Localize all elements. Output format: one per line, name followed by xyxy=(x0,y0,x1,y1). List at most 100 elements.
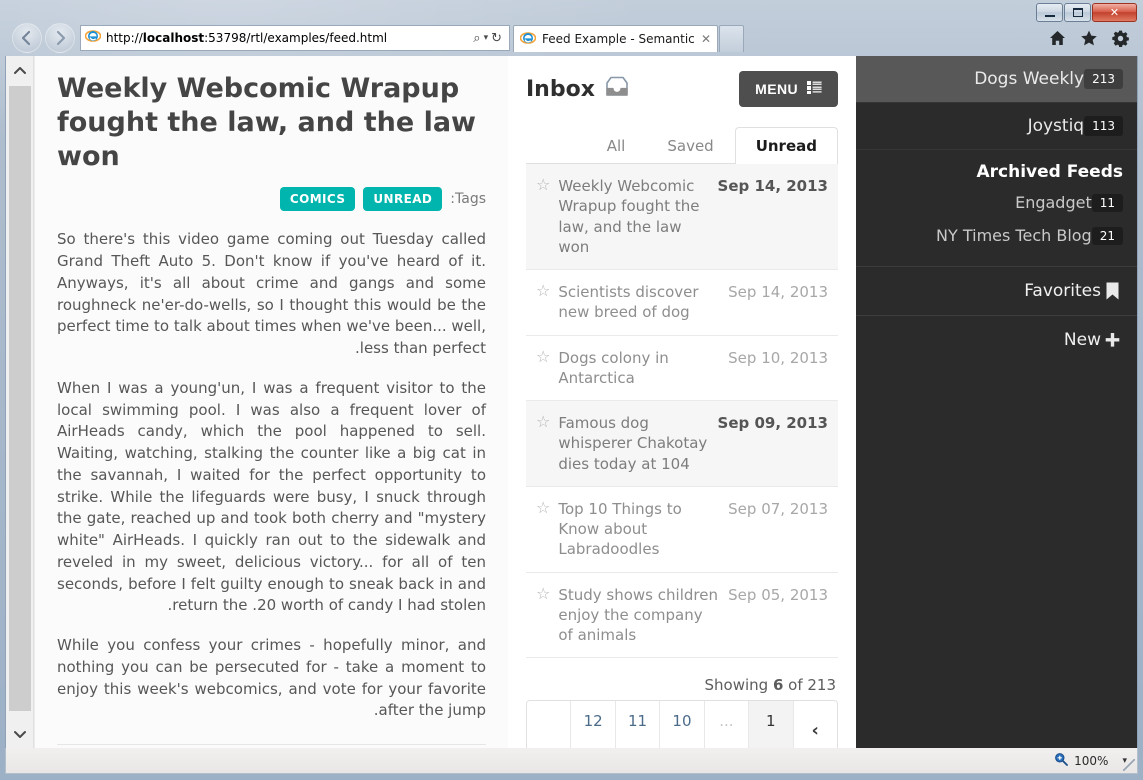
feed-item-date: Sep 10, 2013 xyxy=(728,348,828,367)
feed-item-title: Weekly Webcomic Wrapup fought the law, a… xyxy=(558,177,700,256)
showing-prefix: Showing xyxy=(704,676,773,695)
address-text: http://localhost:53798/rtl/examples/feed… xyxy=(106,31,387,45)
sidebar-item-ny-times-tech-blog[interactable]: 21 NY Times Tech Blog xyxy=(856,219,1137,252)
home-icon[interactable] xyxy=(1049,30,1066,50)
back-button[interactable] xyxy=(12,23,42,53)
scroll-up-button[interactable] xyxy=(6,56,34,84)
list-item[interactable]: Sep 07, 2013 Top 10 Things to Know about… xyxy=(526,487,838,573)
list-item[interactable]: Sep 14, 2013 Scientists discover new bre… xyxy=(526,270,838,336)
prev-page-button[interactable]: ‹ xyxy=(794,712,837,748)
feed-item-title: Dogs colony in Antarctica xyxy=(558,348,669,387)
page-viewport: 213 Dogs Weekly 113 Joystiq Archived Fee… xyxy=(5,56,1138,748)
star-icon[interactable]: ☆ xyxy=(536,499,550,517)
refresh-icon[interactable]: ↻ xyxy=(491,31,502,46)
inbox-title-label: Inbox xyxy=(526,76,595,102)
inbox-title: Inbox xyxy=(526,76,629,103)
page-11[interactable]: 11 xyxy=(615,701,661,748)
feeds-sidebar: 213 Dogs Weekly 113 Joystiq Archived Fee… xyxy=(856,56,1137,748)
window-controls: ✕ xyxy=(1035,3,1137,23)
resize-grip[interactable] xyxy=(1123,759,1135,771)
new-tab-button[interactable] xyxy=(719,25,744,52)
article-paragraph: So there's this video game coming out Tu… xyxy=(57,230,486,357)
archived-feeds-header: Archived Feeds xyxy=(976,162,1123,182)
page-12[interactable]: 12 xyxy=(571,701,616,748)
sidebar-item-label: Dogs Weekly xyxy=(974,69,1085,89)
zoom-level: 100% xyxy=(1074,753,1109,768)
tab-close-icon[interactable]: ✕ xyxy=(695,32,711,46)
star-icon[interactable]: ☆ xyxy=(536,347,550,366)
sidebar-item-dogs-weekly[interactable]: 213 Dogs Weekly xyxy=(856,56,1137,103)
chevron-down-icon[interactable]: ▾ xyxy=(484,33,489,43)
sidebar-item-label: New xyxy=(1063,330,1101,350)
article-panel: Weekly Webcomic Wrapup fought the law, a… xyxy=(34,56,508,748)
page-content: 213 Dogs Weekly 113 Joystiq Archived Fee… xyxy=(34,56,1137,748)
gear-icon[interactable] xyxy=(1112,30,1129,50)
tab-all[interactable]: All xyxy=(586,127,647,164)
favorites-star-icon[interactable] xyxy=(1080,30,1098,50)
sidebar-item-new[interactable]: New xyxy=(856,315,1137,364)
forward-button[interactable] xyxy=(45,23,75,53)
browser-toolbar-icons xyxy=(1049,30,1129,50)
feed-item-date: Sep 14, 2013 xyxy=(717,177,828,195)
sidebar-item-label: Favorites xyxy=(1024,281,1101,301)
url-host: localhost xyxy=(142,31,205,45)
sidebar-badge: 113 xyxy=(1084,116,1123,136)
showing-count-text: Showing 6 of 213 xyxy=(526,676,838,694)
feed-list-column: MENU Inbox All Saved Unread Sep 14, 2013… xyxy=(508,56,856,748)
feed-item-date: Sep 14, 2013 xyxy=(728,283,828,301)
plus-icon xyxy=(1101,332,1123,349)
page-1[interactable]: 1 xyxy=(749,701,794,748)
sidebar-badge: 11 xyxy=(1091,193,1123,212)
list-icon xyxy=(807,81,822,97)
tag-unread[interactable]: UNREAD xyxy=(363,187,443,212)
showing-suffix: of 213 xyxy=(783,676,836,695)
article-tags: Tags: UNREAD COMICS xyxy=(57,187,486,212)
sidebar-item-favorites[interactable]: Favorites xyxy=(856,266,1137,315)
list-item[interactable]: Sep 05, 2013 Study shows children enjoy … xyxy=(526,573,838,659)
scroll-down-button[interactable] xyxy=(6,720,34,748)
list-item[interactable]: Sep 10, 2013 Dogs colony in Antarctica ☆ xyxy=(526,336,838,401)
page-scrollbar-vertical[interactable] xyxy=(6,56,34,748)
address-bar[interactable]: http://localhost:53798/rtl/examples/feed… xyxy=(80,25,510,51)
feed-tabs: All Saved Unread xyxy=(526,126,838,164)
menu-button[interactable]: MENU xyxy=(739,71,838,107)
feed-item-title: Study shows children enjoy the company o… xyxy=(558,585,718,645)
ie-favicon-icon xyxy=(84,28,102,48)
feed-items-list: Sep 14, 2013 Weekly Webcomic Wrapup foug… xyxy=(526,164,838,659)
tab-strip: Feed Example - Semantic ✕ xyxy=(513,25,744,52)
status-bar: 100% ▾ xyxy=(5,748,1138,774)
scrollbar-thumb[interactable] xyxy=(9,86,31,711)
list-item[interactable]: Sep 14, 2013 Weekly Webcomic Wrapup foug… xyxy=(526,164,838,270)
star-icon[interactable]: ☆ xyxy=(536,282,550,300)
forward-arrow-icon xyxy=(56,30,66,46)
tab-saved[interactable]: Saved xyxy=(646,127,734,164)
navigation-bar: http://localhost:53798/rtl/examples/feed… xyxy=(0,22,1143,56)
sidebar-badge: 21 xyxy=(1091,226,1123,245)
sidebar-item-engadget[interactable]: 11 Engadget xyxy=(856,186,1137,219)
article-paragraph: When I was a young'un, I was a frequent … xyxy=(57,378,486,615)
star-icon[interactable]: ☆ xyxy=(536,584,550,603)
search-icon[interactable]: ⌕ xyxy=(473,31,480,46)
minimize-button[interactable] xyxy=(1036,3,1063,22)
tags-label: Tags: xyxy=(450,191,486,208)
page-title: Weekly Webcomic Wrapup fought the law, a… xyxy=(57,73,476,172)
url-path: :53798/rtl/examples/feed.html xyxy=(204,31,388,45)
close-button[interactable]: ✕ xyxy=(1092,3,1137,22)
star-icon[interactable]: ☆ xyxy=(536,413,550,431)
address-bar-icons: ⌕ ▾ ↻ xyxy=(473,31,505,46)
tab-unread[interactable]: Unread xyxy=(734,127,838,164)
star-icon[interactable]: ☆ xyxy=(536,176,550,194)
sidebar-item-joystiq[interactable]: 113 Joystiq xyxy=(856,103,1137,150)
tag-comics[interactable]: COMICS xyxy=(279,187,356,212)
maximize-button[interactable] xyxy=(1064,3,1091,22)
list-item[interactable]: Sep 09, 2013 Famous dog whisperer Chakot… xyxy=(526,401,838,487)
feed-header: MENU Inbox xyxy=(526,68,838,110)
sidebar-item-label: NY Times Tech Blog xyxy=(936,226,1092,245)
browser-tab[interactable]: Feed Example - Semantic ✕ xyxy=(513,25,718,52)
zoom-icon[interactable] xyxy=(1054,752,1069,770)
article-paragraph: While you confess your crimes - hopefull… xyxy=(57,636,486,720)
showing-count: 6 xyxy=(772,676,784,695)
page-10[interactable]: 10 xyxy=(660,701,705,748)
browser-window: ✕ http://localhost:53798/rtl/examples/fe… xyxy=(0,0,1143,780)
